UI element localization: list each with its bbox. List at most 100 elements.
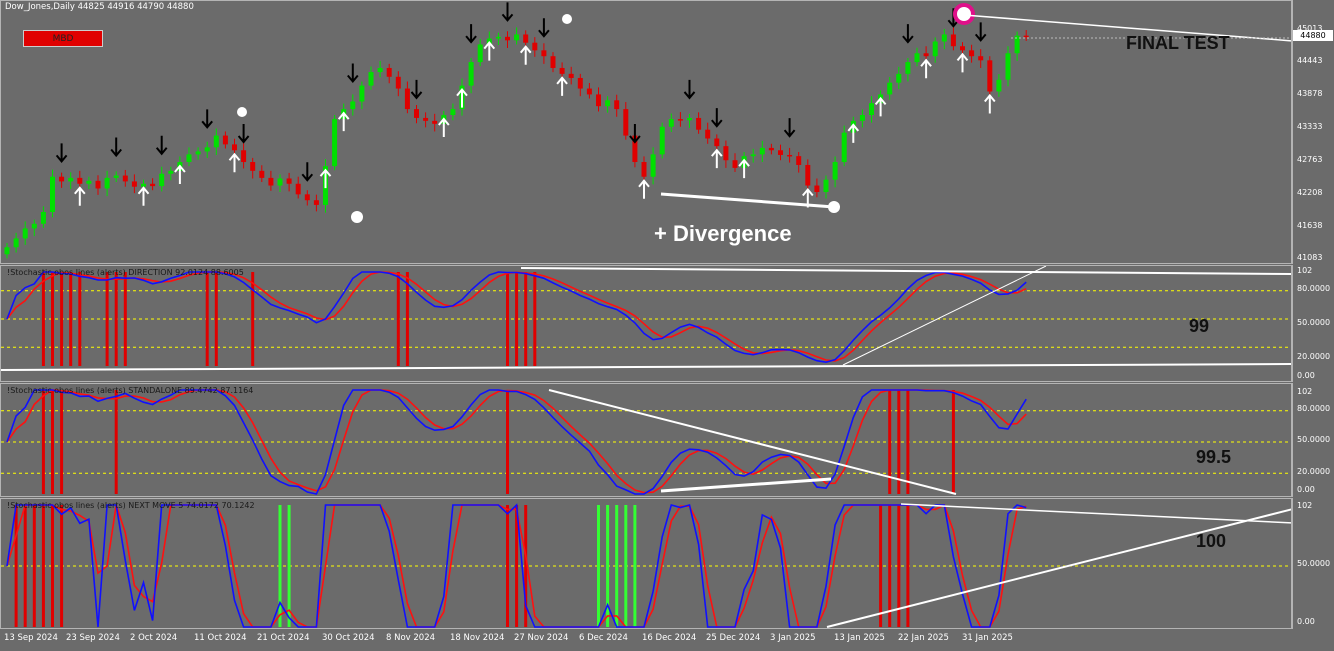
candle-body [768, 147, 774, 151]
level-tick: 0.00 [1297, 371, 1315, 380]
candle-body [586, 88, 592, 95]
signal-bar [23, 505, 27, 627]
price-tick: 42763 [1297, 155, 1323, 164]
candle-body [896, 73, 902, 83]
sell-arrow-icon [237, 124, 250, 144]
candle-body [750, 154, 756, 157]
date-label: 22 Jan 2025 [898, 633, 949, 643]
mbd-badge[interactable]: MBD [23, 30, 103, 47]
buy-arrow-icon [74, 186, 86, 206]
signal-bar [888, 390, 892, 494]
price-chart [4, 2, 1291, 259]
signal-bar [906, 505, 910, 627]
candle-body [168, 170, 174, 174]
signal-bar [251, 272, 255, 366]
oscillator-standalone-pane[interactable]: !Stochastic obos lines (alerts) STANDALO… [0, 383, 1292, 497]
sell-arrow-icon [902, 24, 914, 44]
divergence-label: + Divergence [654, 221, 792, 246]
candle-body [122, 175, 128, 182]
candle-body [778, 150, 783, 155]
level-tick: 50.0000 [1297, 435, 1331, 444]
candle-body [732, 160, 738, 168]
signal-bar [888, 505, 892, 627]
signal-bar [60, 272, 64, 366]
level-tick: 80.0000 [1297, 284, 1331, 293]
trendline [520, 267, 1291, 275]
candle-body [814, 185, 820, 192]
date-label: 25 Dec 2024 [706, 633, 761, 643]
buy-arrow-icon [556, 76, 568, 96]
signal-bar [205, 272, 209, 366]
oscillator-direction-plot [1, 266, 1291, 371]
candle-body [377, 67, 383, 73]
signal-bar [506, 272, 509, 366]
price-tick: 42208 [1297, 188, 1323, 197]
buy-arrow-icon [438, 117, 450, 137]
buy-arrow-icon [174, 164, 186, 185]
level-tick: 0.00 [1297, 485, 1315, 494]
sell-arrow-icon [629, 124, 641, 144]
price-tick: 43878 [1297, 89, 1323, 98]
buy-arrow-icon [228, 152, 241, 173]
date-label: 6 Dec 2024 [579, 633, 628, 643]
oscillator-standalone-title: !Stochastic obos lines (alerts) STANDALO… [7, 386, 254, 395]
signal-line [6, 389, 1027, 494]
candle-body [50, 176, 55, 212]
candle-body [77, 177, 83, 184]
signal-bar [287, 505, 291, 627]
candle-body [841, 132, 847, 163]
time-axis[interactable]: 13 Sep 2024 23 Sep 2024 2 Oct 2024 11 Oc… [0, 629, 1292, 651]
candle-body [505, 36, 510, 41]
final-test-label: FINAL TEST [1126, 33, 1230, 53]
candle-body [313, 200, 319, 205]
date-label: 13 Sep 2024 [4, 633, 58, 643]
candle-body [914, 53, 920, 63]
oscillator-direction-pane[interactable]: !Stochastic obos lines (alerts) DIRECTIO… [0, 265, 1292, 382]
candle-body [714, 138, 720, 147]
date-label: 30 Oct 2024 [322, 633, 375, 643]
price-pane[interactable]: Dow_Jones,Daily 44825 44916 44790 44880 … [0, 0, 1292, 264]
sell-arrow-icon [201, 109, 213, 129]
oscillator-direction-axis: 102 80.0000 50.0000 20.0000 0.00 [1292, 265, 1334, 382]
candle-body [869, 103, 874, 115]
signal-bar [41, 390, 45, 494]
date-label: 3 Jan 2025 [770, 633, 816, 643]
candle-body [1005, 53, 1011, 80]
signal-bar [78, 272, 82, 366]
oscillator-next-move-note: 100 [1196, 531, 1227, 551]
date-label: 16 Dec 2024 [642, 633, 697, 643]
candle-body [541, 50, 547, 57]
candle-body [241, 150, 247, 163]
candle-body [295, 183, 301, 195]
candle-body [414, 109, 419, 118]
level-tick: 102 [1297, 266, 1313, 275]
candle-body [559, 67, 565, 74]
signal-bar [60, 390, 64, 494]
signal-bar [32, 505, 36, 627]
date-label: 18 Nov 2024 [450, 633, 505, 643]
candle-body [832, 162, 838, 180]
sell-arrow-icon [711, 108, 723, 128]
signal-bar [515, 272, 519, 366]
level-tick: 80.0000 [1297, 404, 1331, 413]
date-label: 8 Nov 2024 [386, 633, 436, 643]
signal-bar [69, 272, 73, 366]
buy-arrow-icon [956, 52, 969, 73]
date-label: 21 Oct 2024 [257, 633, 310, 643]
oscillator-next-move-pane[interactable]: !Stochastic obos lines (alerts) NEXT MOV… [0, 498, 1292, 629]
signal-bar [123, 272, 127, 366]
candle-body [960, 46, 965, 51]
sell-arrow-icon [410, 79, 423, 100]
candle-body [186, 154, 192, 163]
candle-body [359, 85, 365, 102]
sell-arrow-icon [347, 63, 359, 84]
candle-body [668, 119, 674, 127]
candle-body [550, 56, 556, 68]
candle-body [432, 120, 438, 124]
candle-body [386, 67, 392, 77]
candle-body [705, 129, 711, 139]
candle-body [987, 60, 993, 92]
signal-bar [597, 505, 600, 627]
candle-body [4, 247, 10, 255]
buy-arrow-icon [483, 41, 496, 61]
